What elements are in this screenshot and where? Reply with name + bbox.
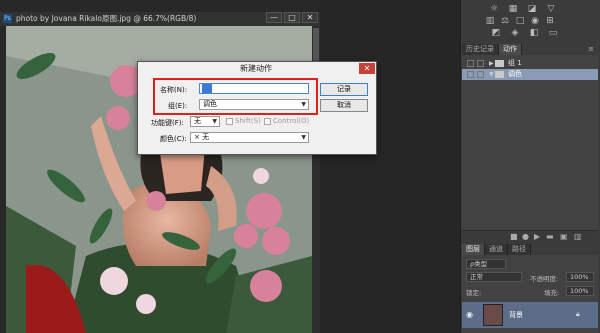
lock-label: 锁定:: [466, 289, 482, 297]
fill-label: 填充:: [544, 289, 560, 297]
actions-list: ▶ 组 1 ▼ 调色: [462, 55, 598, 230]
fill-field[interactable]: 100%: [566, 286, 594, 296]
invert-icon[interactable]: ◩: [491, 28, 501, 38]
opacity-field[interactable]: 100%: [566, 272, 594, 282]
mixer-icon[interactable]: ⊞: [545, 16, 555, 26]
close-document-button[interactable]: ✕: [302, 12, 318, 23]
posterize-icon[interactable]: ◈: [510, 28, 520, 38]
workspace-background: [320, 0, 460, 333]
minimize-button[interactable]: —: [266, 12, 282, 23]
stop-icon[interactable]: ■: [510, 232, 518, 241]
layer-thumbnail: [483, 304, 503, 326]
delete-icon[interactable]: ▥: [574, 232, 582, 241]
photoshop-doc-icon: Ps: [3, 14, 12, 23]
tab-history[interactable]: 历史记录: [462, 44, 499, 55]
color-balance-icon[interactable]: □: [515, 16, 525, 26]
function-key-value: 无: [194, 117, 201, 125]
opacity-label: 不透明度:: [530, 275, 559, 283]
color-label: 颜色(C):: [160, 135, 187, 143]
threshold-icon[interactable]: ◧: [529, 28, 539, 38]
tab-layers[interactable]: 图层: [462, 244, 485, 255]
folder-icon: [495, 60, 504, 67]
visibility-eye-icon[interactable]: ◉: [466, 310, 473, 319]
panel-menu-icon[interactable]: ≡: [588, 45, 594, 53]
hue-icon[interactable]: ⚖: [500, 16, 510, 26]
function-key-select[interactable]: 无 ▼: [190, 116, 220, 127]
control-checkbox[interactable]: [264, 118, 271, 125]
folder-icon: [495, 71, 504, 78]
tab-channels[interactable]: 通道: [485, 244, 508, 255]
function-key-label: 功能键(F):: [151, 119, 184, 127]
control-label: Control(O): [273, 117, 310, 125]
action-set-row[interactable]: ▶ 组 1: [462, 58, 598, 69]
dialog-toggle-box[interactable]: [477, 60, 484, 67]
expand-triangle-icon[interactable]: ▶: [489, 58, 494, 69]
history-actions-tabs: 历史记录 动作: [462, 44, 522, 55]
lock-icon: 🔒︎: [576, 310, 580, 318]
color-value: × 无: [194, 133, 210, 141]
photo-filter-icon[interactable]: ◉: [530, 16, 540, 26]
tab-actions[interactable]: 动作: [499, 44, 522, 55]
actions-toolbar: ■ ● ▶ ▬ ▣ ▥: [462, 230, 598, 243]
record-icon[interactable]: ●: [522, 232, 529, 241]
curves-icon[interactable]: ▦: [508, 4, 518, 14]
chevron-down-icon: ▼: [301, 134, 306, 141]
layer-filter-select[interactable]: ρ类型: [466, 259, 506, 269]
levels-icon[interactable]: ◪: [527, 4, 537, 14]
layers-tabs: 图层 通道 路径: [462, 244, 531, 255]
action-set-label: 组 1: [508, 59, 522, 67]
exposure-icon[interactable]: ▽: [546, 4, 556, 14]
cancel-button[interactable]: 取消: [320, 99, 368, 112]
highlight-annotation: [153, 78, 318, 115]
layer-name: 背景: [509, 311, 523, 319]
tab-paths[interactable]: 路径: [508, 244, 531, 255]
chevron-down-icon: ▼: [212, 118, 217, 125]
dialog-title: 新建动作: [240, 64, 272, 73]
maximize-button[interactable]: □: [284, 12, 300, 23]
action-set-label: 调色: [508, 70, 522, 78]
document-window-controls: — □ ✕: [266, 12, 320, 24]
vibrance-icon[interactable]: ▥: [485, 16, 495, 26]
dialog-toggle-box[interactable]: [477, 71, 484, 78]
gradient-map-icon[interactable]: ▭: [548, 28, 558, 38]
new-action-icon[interactable]: ▣: [560, 232, 568, 241]
color-select[interactable]: × 无 ▼: [190, 132, 309, 143]
new-set-icon[interactable]: ▬: [546, 232, 554, 241]
collapse-triangle-icon[interactable]: ▼: [489, 69, 494, 80]
record-button[interactable]: 记录: [320, 83, 368, 96]
shift-checkbox[interactable]: [226, 118, 233, 125]
play-icon[interactable]: ▶: [534, 232, 540, 241]
toggle-checkbox[interactable]: [467, 71, 474, 78]
dialog-close-button[interactable]: ✕: [359, 63, 375, 74]
brightness-icon[interactable]: ☼: [489, 4, 499, 14]
shift-label: Shift(S): [235, 117, 261, 125]
action-set-row-selected[interactable]: ▼ 调色: [462, 69, 598, 80]
document-title: photo by Jovana Rikalo原图.jpg @ 66.7%(RGB…: [16, 14, 197, 23]
toggle-checkbox[interactable]: [467, 60, 474, 67]
blend-mode-select[interactable]: 正常: [466, 272, 522, 282]
